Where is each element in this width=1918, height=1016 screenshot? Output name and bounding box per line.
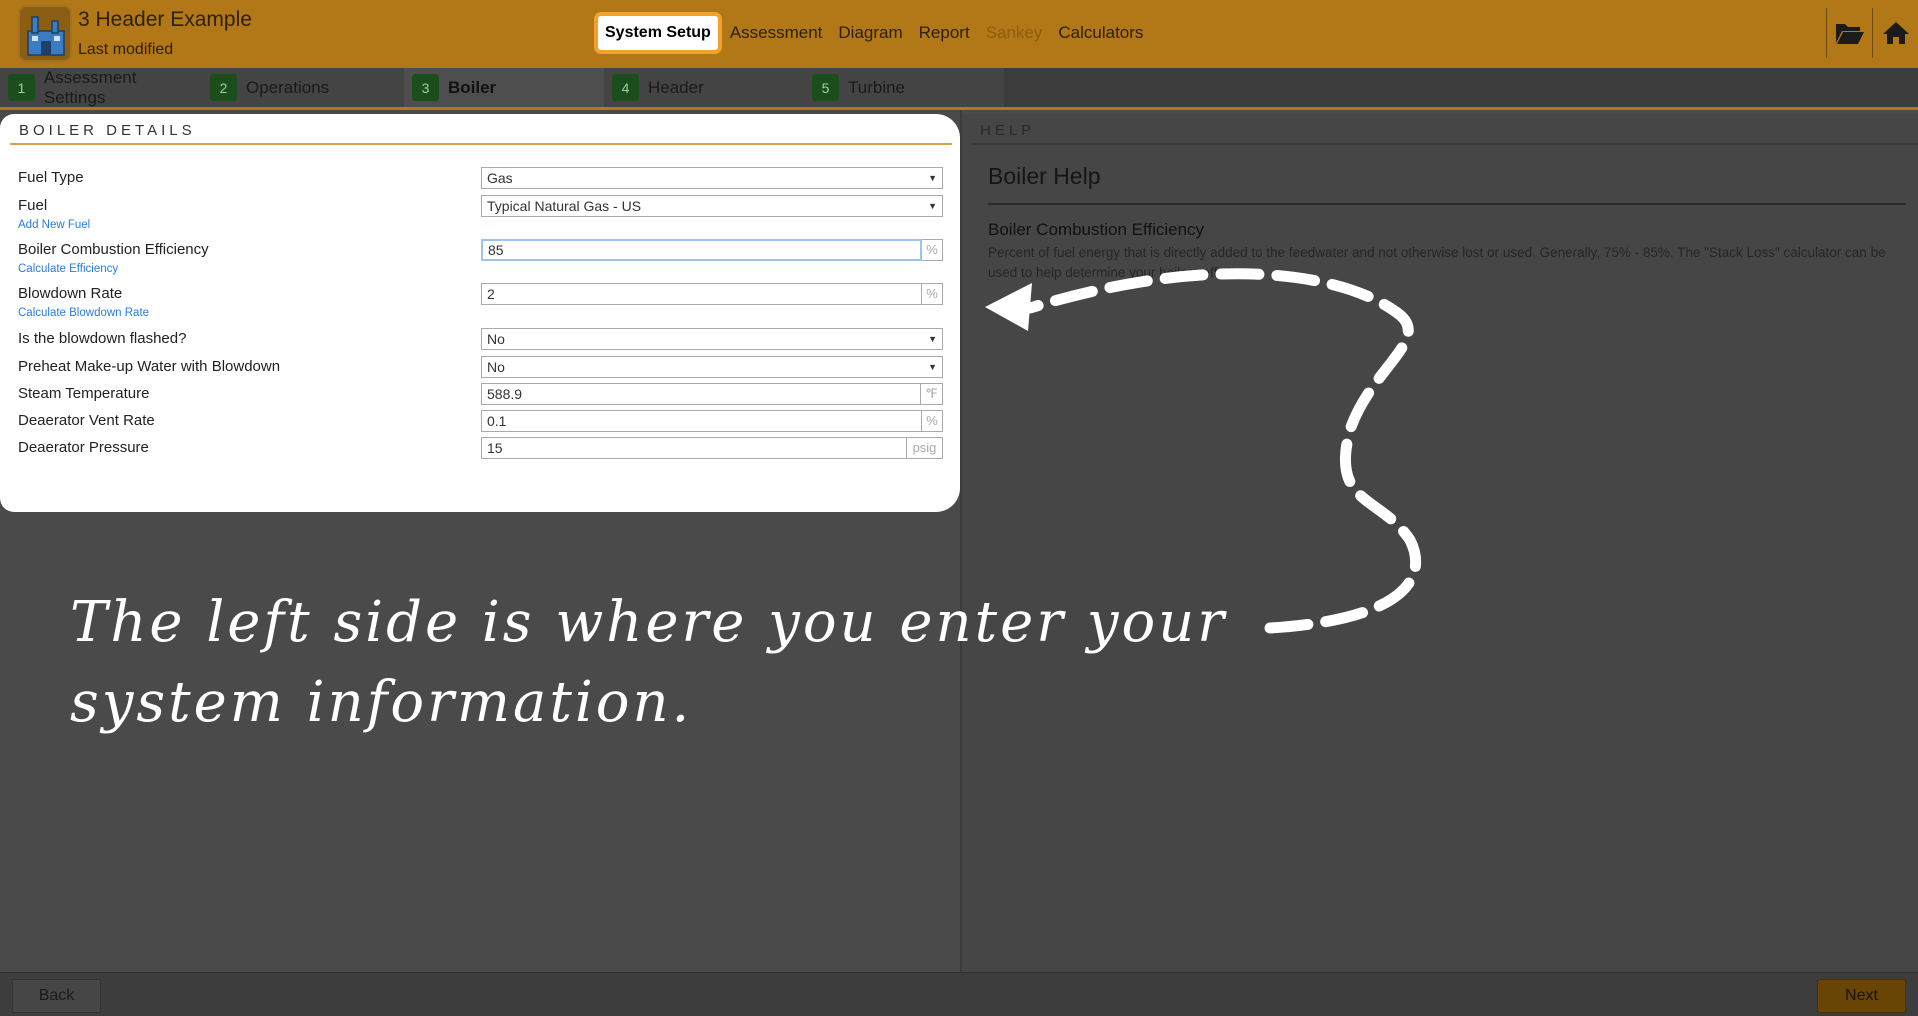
- nav-diagram[interactable]: Diagram: [838, 23, 902, 43]
- blowdown-flashed-select[interactable]: No: [481, 328, 943, 350]
- step-label: Header: [648, 77, 704, 97]
- back-button[interactable]: Back: [12, 979, 101, 1013]
- step-number-badge: 5: [812, 74, 839, 101]
- vent-rate-input[interactable]: 0.1: [481, 410, 922, 432]
- footer-bar: Back Next: [0, 972, 1918, 1016]
- tab-turbine[interactable]: 5 Turbine: [804, 68, 1004, 107]
- step-number-badge: 2: [210, 74, 237, 101]
- next-button[interactable]: Next: [1817, 979, 1906, 1013]
- step-tabs: 1 Assessment Settings 2 Operations 3 Boi…: [0, 68, 1918, 110]
- tab-boiler[interactable]: 3 Boiler: [404, 68, 604, 107]
- main-nav: System Setup Assessment Diagram Report S…: [594, 11, 1159, 55]
- calculate-efficiency-link[interactable]: Calculate Efficiency: [18, 263, 118, 275]
- step-number-badge: 3: [412, 74, 439, 101]
- help-title: Boiler Help: [988, 163, 1101, 189]
- blowdown-rate-unit: %: [922, 283, 943, 305]
- tab-header[interactable]: 4 Header: [604, 68, 804, 107]
- header-icons: [1826, 8, 1918, 58]
- boiler-details-panel: BOILER DETAILS Fuel Type Gas Fuel Add Ne…: [0, 114, 960, 512]
- efficiency-label: Boiler Combustion Efficiency: [18, 241, 209, 258]
- deaerator-pressure-unit: psig: [907, 437, 943, 459]
- nav-sankey[interactable]: Sankey: [986, 23, 1043, 43]
- nav-assessment[interactable]: Assessment: [730, 23, 823, 43]
- panel-divider: [10, 143, 952, 145]
- preheat-label: Preheat Make-up Water with Blowdown: [18, 358, 281, 375]
- tab-assessment-settings[interactable]: 1 Assessment Settings: [0, 68, 202, 107]
- last-modified-label: Last modified: [78, 41, 174, 58]
- efficiency-unit: %: [922, 239, 943, 261]
- help-title-divider: [988, 203, 1906, 205]
- vent-rate-unit: %: [922, 410, 943, 432]
- step-number-badge: 4: [612, 74, 639, 101]
- help-divider: [972, 143, 1918, 145]
- deaerator-pressure-label: Deaerator Pressure: [18, 439, 149, 456]
- nav-calculators[interactable]: Calculators: [1058, 23, 1143, 43]
- annotation-line-2: system information.: [70, 670, 693, 735]
- blowdown-rate-label: Blowdown Rate: [18, 285, 123, 302]
- annotation-line-1: The left side is where you enter your: [70, 590, 1228, 655]
- nav-system-setup[interactable]: System Setup: [594, 12, 722, 54]
- fuel-type-label: Fuel Type: [18, 169, 84, 186]
- panel-title: BOILER DETAILS: [19, 122, 196, 139]
- home-icon[interactable]: [1872, 8, 1918, 58]
- app-logo-icon[interactable]: [18, 5, 72, 62]
- fuel-label: Fuel: [18, 197, 48, 214]
- steam-temperature-label: Steam Temperature: [18, 385, 150, 402]
- fuel-type-select[interactable]: Gas: [481, 167, 943, 189]
- step-label: Boiler: [448, 77, 497, 97]
- folder-open-icon[interactable]: [1826, 8, 1872, 58]
- help-heading: HELP: [980, 122, 1036, 139]
- step-number-badge: 1: [8, 74, 35, 101]
- blowdown-flashed-label: Is the blowdown flashed?: [18, 330, 187, 347]
- step-label: Turbine: [848, 77, 906, 97]
- vent-rate-label: Deaerator Vent Rate: [18, 412, 155, 429]
- fuel-select[interactable]: Typical Natural Gas - US: [481, 195, 943, 217]
- app-header: 3 Header Example Last modified System Se…: [0, 0, 1918, 68]
- steam-temperature-input[interactable]: 588.9: [481, 383, 921, 405]
- help-subtitle: Boiler Combustion Efficiency: [988, 220, 1205, 239]
- tab-operations[interactable]: 2 Operations: [202, 68, 404, 107]
- tutorial-annotation: The left side is where you enter your sy…: [70, 583, 1270, 743]
- nav-report[interactable]: Report: [919, 23, 970, 43]
- calculate-blowdown-link[interactable]: Calculate Blowdown Rate: [18, 307, 149, 319]
- efficiency-input[interactable]: 85: [481, 239, 922, 261]
- step-label: Assessment Settings: [43, 67, 137, 107]
- preheat-select[interactable]: No: [481, 356, 943, 378]
- steam-temperature-unit: ℉: [921, 383, 943, 405]
- app-title: 3 Header Example: [78, 8, 252, 31]
- deaerator-pressure-input[interactable]: 15: [481, 437, 907, 459]
- add-new-fuel-link[interactable]: Add New Fuel: [18, 219, 90, 231]
- blowdown-rate-input[interactable]: 2: [481, 283, 922, 305]
- step-label: Operations: [246, 77, 330, 97]
